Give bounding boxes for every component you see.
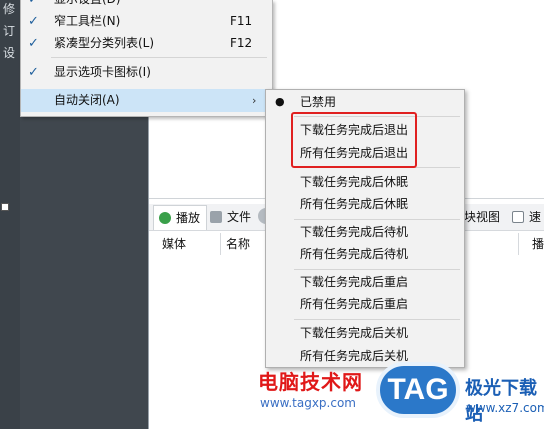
tab-file-label: 文件	[227, 210, 252, 224]
menu-item-label: 自动关闭(A)	[54, 93, 120, 107]
panel-divider[interactable]	[148, 116, 149, 429]
menu-item-auto-close[interactable]: 自动关闭(A) ›	[21, 89, 270, 112]
menu-item-compact-category-list[interactable]: ✓ 紧凑型分类列表(L) F12	[21, 32, 270, 55]
annotation-highlight-box	[291, 112, 417, 168]
play-clock-icon	[159, 212, 171, 224]
check-icon: ✓	[28, 65, 39, 80]
resize-handle[interactable]	[1, 203, 9, 211]
speed-chart-icon	[512, 211, 524, 223]
check-icon: ✓	[28, 36, 39, 51]
menu-item-shortcut: F11	[230, 14, 253, 28]
check-icon: ✓	[28, 14, 39, 29]
watermark-tag-logo: TAG	[376, 362, 460, 418]
menu-separator	[51, 57, 267, 58]
category-panel	[20, 116, 148, 429]
menu-item-show-tab-icons[interactable]: ✓ 显示选项卡图标(I)	[21, 61, 270, 84]
submenu-item-standby-after-all[interactable]: 所有任务完成后待机	[300, 243, 408, 265]
watermark-download-site-name: 极光下载站	[465, 378, 537, 425]
column-header-name[interactable]: 名称	[226, 233, 250, 255]
watermark-site-url: www.tagxp.com	[260, 396, 356, 410]
submenu-item-restart-after-download[interactable]: 下载任务完成后重启	[300, 271, 408, 293]
watermark-download-site-url: www.xz7.com	[466, 401, 544, 415]
strip-char-3: 设	[3, 46, 16, 60]
tab-file[interactable]: 文件	[210, 205, 251, 229]
strip-char-2: 订	[3, 24, 16, 38]
submenu-item-restart-after-all[interactable]: 所有任务完成后重启	[300, 293, 408, 315]
menu-item-label: 紧凑型分类列表(L)	[54, 36, 155, 50]
submenu-item-hibernate-after-download[interactable]: 下载任务完成后休眠	[300, 171, 408, 193]
menu-item-label: 显示选项卡图标(I)	[54, 65, 151, 79]
column-header-media[interactable]: 媒体	[162, 233, 186, 255]
menu-separator	[294, 269, 460, 270]
column-divider[interactable]	[518, 233, 519, 255]
submenu-arrow-icon: ›	[252, 94, 257, 107]
tab-play-label: 播放	[176, 211, 201, 225]
menu-item-narrow-toolbar[interactable]: ✓ 窄工具栏(N) F11	[21, 10, 270, 33]
column-header-right[interactable]: 播	[532, 233, 544, 255]
menu-separator	[294, 319, 460, 320]
menu-separator	[294, 219, 460, 220]
watermark-site-name: 电脑技术网	[258, 370, 363, 394]
submenu-item-disabled[interactable]: 已禁用	[300, 91, 336, 113]
submenu-item-hibernate-after-all[interactable]: 所有任务完成后休眠	[300, 193, 408, 215]
tab-speed-label: 速	[529, 210, 542, 224]
file-icon	[210, 211, 222, 223]
tab-speed[interactable]: 速	[512, 205, 541, 229]
watermark-logo-text: TAG	[387, 373, 449, 406]
menu-item-shortcut: F12	[230, 36, 253, 50]
submenu-item-standby-after-download[interactable]: 下载任务完成后待机	[300, 221, 408, 243]
left-dark-strip	[0, 0, 20, 429]
menu-item-label: 窄工具栏(N)	[54, 14, 121, 28]
radio-bullet-icon: ●	[275, 95, 285, 108]
submenu-item-shutdown-after-download[interactable]: 下载任务完成后关机	[300, 322, 408, 344]
column-divider[interactable]	[220, 233, 221, 255]
tab-play[interactable]: 播放	[153, 205, 208, 230]
strip-char-1: 修	[3, 2, 16, 16]
